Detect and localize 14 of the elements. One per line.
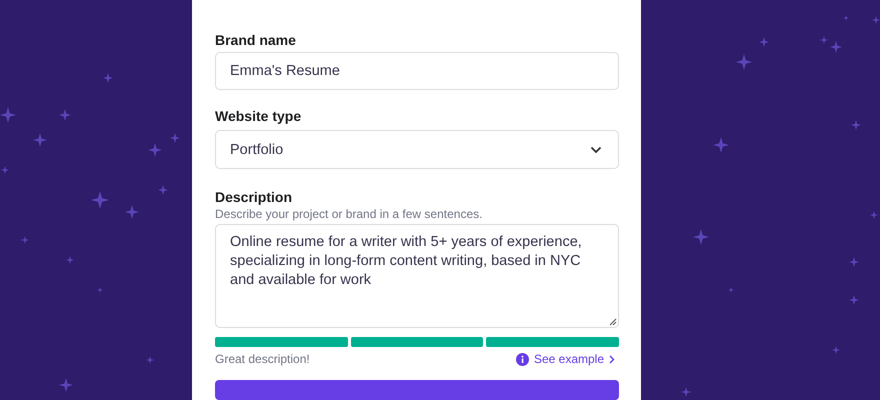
feedback-text: Great description! (215, 352, 310, 366)
info-icon (516, 352, 529, 366)
see-example-link[interactable]: See example (516, 352, 615, 366)
field-hint: Describe your project or brand in a few sentences. (215, 207, 484, 222)
field-label: Brand name (215, 32, 297, 48)
field-label: Description (215, 189, 294, 206)
resize-grip-icon (608, 317, 617, 326)
chevron-down-icon (590, 146, 602, 154)
action-button[interactable] (215, 380, 619, 400)
field-label: Website type (215, 108, 302, 124)
brand-name-field[interactable]: Emma's Resume (215, 52, 619, 90)
chevron-right-icon (609, 354, 615, 364)
website-type-dropdown[interactable]: Portfolio (215, 130, 619, 170)
description-field[interactable]: Online resume for a writer with 5+ years of experience, specializing in long-form content writing, based in NYC and available for work (215, 224, 619, 328)
